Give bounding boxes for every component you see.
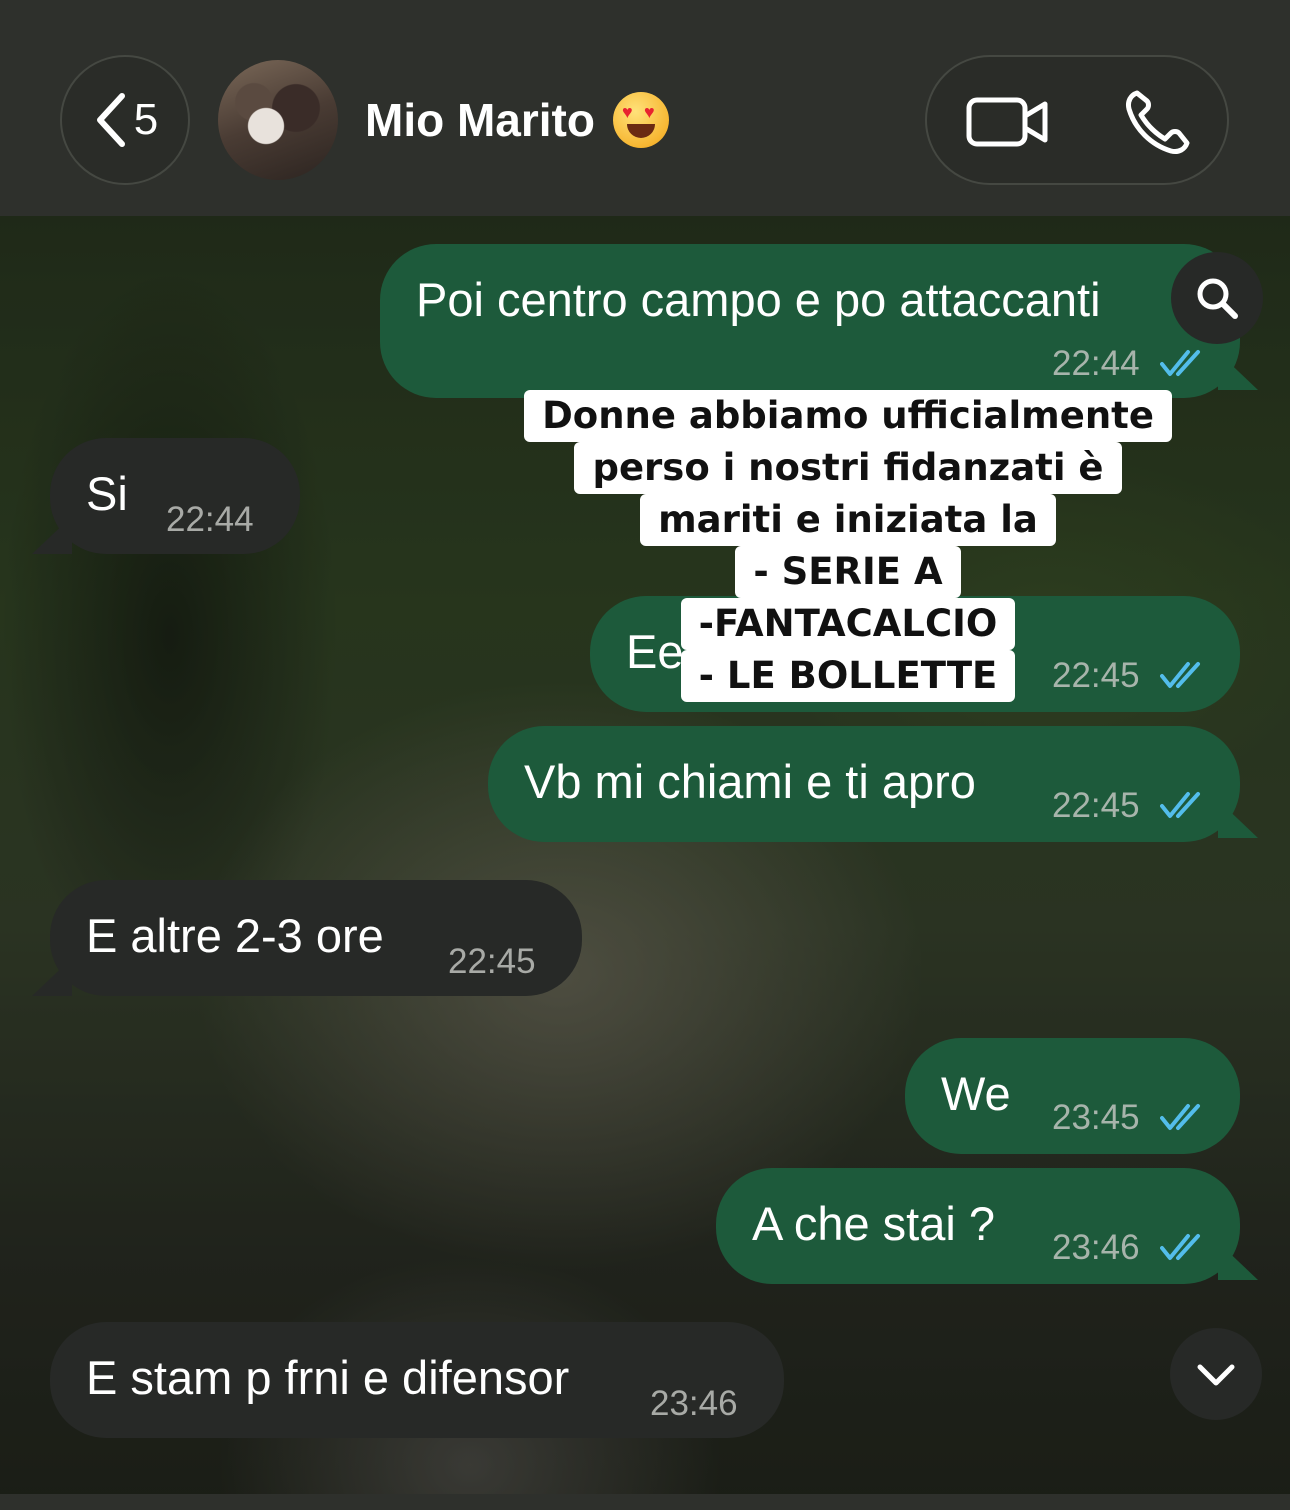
- message-incoming[interactable]: E altre 2-3 ore 22:45: [50, 880, 582, 996]
- message-time: 23:46: [650, 1384, 738, 1423]
- message-time: 23:45: [1052, 1098, 1140, 1137]
- message-outgoing[interactable]: Vb mi chiami e ti apro 22:45: [488, 726, 1240, 842]
- message-outgoing[interactable]: A che stai ? 23:46: [716, 1168, 1240, 1284]
- video-camera-icon[interactable]: [965, 90, 1051, 154]
- caption-line: -FANTACALCIO: [680, 598, 1016, 650]
- message-incoming[interactable]: E stam p frni e difensor 23:46: [50, 1322, 784, 1438]
- message-time: 22:44: [1052, 344, 1140, 383]
- contact-name[interactable]: Mio Marito ♥ ♥: [365, 92, 669, 148]
- message-text: Si: [86, 467, 128, 520]
- unread-count: 5: [133, 95, 159, 144]
- search-icon: [1197, 278, 1238, 319]
- double-check-icon: [1160, 1104, 1200, 1130]
- bubble-tail: [32, 516, 72, 554]
- chevron-down-icon: [1197, 1364, 1235, 1386]
- double-check-icon: [1160, 662, 1200, 688]
- message-time: 23:46: [1052, 1228, 1140, 1267]
- message-text: Vb mi chiami e ti apro: [524, 755, 976, 808]
- caption-line: - LE BOLLETTE: [680, 650, 1016, 702]
- double-check-icon: [1160, 350, 1200, 376]
- message-time: 22:44: [166, 500, 254, 539]
- bubble-tail: [1218, 800, 1258, 838]
- search-button[interactable]: [1171, 252, 1263, 344]
- caption-line: Donne abbiamo ufficialmente: [524, 390, 1172, 442]
- chevron-left-icon: [96, 93, 125, 147]
- double-check-icon: [1160, 1234, 1200, 1260]
- contact-name-text: Mio Marito: [365, 94, 595, 146]
- caption-line: - SERIE A: [735, 546, 961, 598]
- double-check-icon: [1160, 792, 1200, 818]
- message-incoming[interactable]: Si 22:44: [50, 438, 300, 554]
- back-button[interactable]: 5: [60, 55, 190, 185]
- phone-icon[interactable]: [1123, 87, 1193, 157]
- message-time: 22:45: [448, 942, 536, 981]
- heart-eyes-emoji-icon: ♥ ♥: [612, 92, 669, 148]
- call-actions: [925, 55, 1229, 185]
- message-text: E stam p frni e difensor: [86, 1351, 570, 1404]
- overlay-caption: Donne abbiamo ufficialmente perso i nost…: [524, 390, 1172, 702]
- message-text: We: [941, 1067, 1011, 1120]
- caption-line: perso i nostri fidanzati è: [574, 442, 1122, 494]
- message-outgoing[interactable]: We 23:45: [905, 1038, 1240, 1154]
- composer-edge: [0, 1494, 1290, 1510]
- message-text: Poi centro campo e po attaccanti: [416, 273, 1101, 326]
- message-outgoing[interactable]: Poi centro campo e po attaccanti 22:44: [380, 244, 1240, 398]
- message-text: E altre 2-3 ore: [86, 909, 384, 962]
- bubble-tail: [32, 958, 72, 996]
- bubble-tail: [1218, 352, 1258, 390]
- chat-header: 5 Mio Marito ♥ ♥: [0, 0, 1290, 216]
- message-time: 22:45: [1052, 786, 1140, 825]
- bubble-tail: [1218, 1242, 1258, 1280]
- message-text: A che stai ?: [752, 1197, 995, 1250]
- caption-line: mariti e iniziata la: [640, 494, 1056, 546]
- scroll-to-bottom-button[interactable]: [1170, 1328, 1262, 1420]
- avatar[interactable]: [218, 60, 338, 180]
